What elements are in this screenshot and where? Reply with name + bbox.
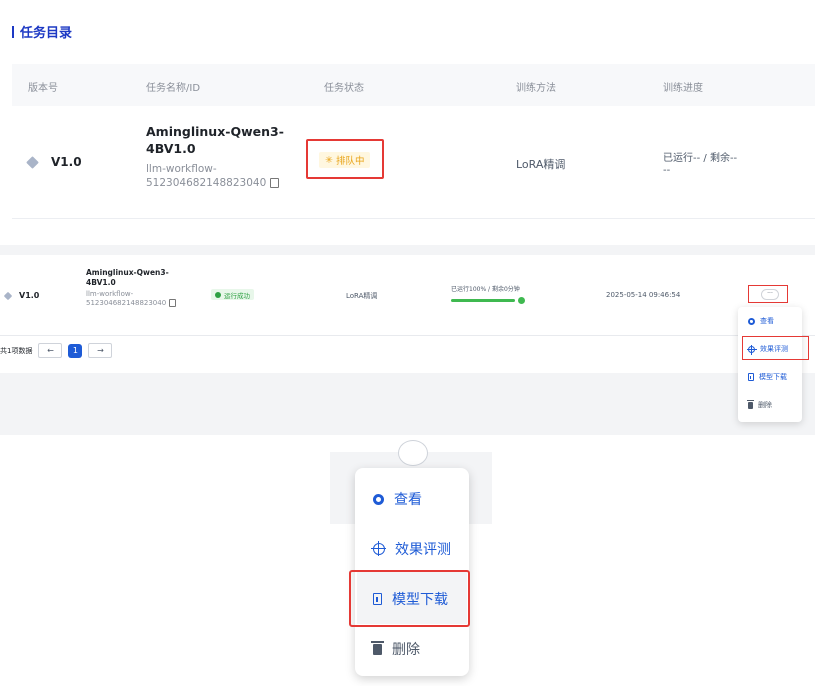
action-menu-small: 查看 效果评测 模型下载 删除 (738, 307, 802, 422)
menu-item-download[interactable]: 模型下载 (748, 372, 787, 382)
created-time: 2025-05-14 09:46:54 (606, 291, 681, 299)
version-label: V1.0 (51, 155, 82, 169)
menu-item-view[interactable]: 查看 (748, 316, 774, 326)
header-version: 版本号 (28, 83, 58, 94)
header-status: 任务状态 (324, 83, 364, 94)
copy-icon[interactable] (270, 178, 280, 188)
menu-label-delete: 删除 (758, 401, 772, 409)
trash-icon (747, 399, 754, 409)
training-method: LoRA精调 (346, 292, 378, 300)
row-divider (12, 218, 815, 219)
more-button[interactable]: ··· (761, 289, 779, 300)
status-badge-queued: ✳ 排队中 (319, 152, 371, 168)
task-row-panel: V1.0 Aminglinux-Qwen3-4BV1.0 llm-workflo… (0, 245, 815, 435)
menu-item-evaluate[interactable]: 效果评测 (371, 539, 451, 559)
evaluate-highlight-box (742, 336, 809, 360)
menu-label-evaluate: 效果评测 (395, 542, 451, 558)
table-header: 版本号 任务名称/ID 任务状态 训练方法 训练进度 (12, 64, 815, 106)
menu-label-view: 查看 (394, 492, 422, 508)
panel-top-bg (0, 245, 815, 255)
menu-label-download: 模型下载 (759, 373, 787, 381)
menu-item-view[interactable]: 查看 (373, 489, 422, 509)
menu-item-delete[interactable]: 删除 (747, 399, 772, 410)
loading-icon: ✳ (325, 154, 333, 166)
check-circle-icon (518, 297, 525, 304)
crosshair-icon (371, 541, 386, 556)
next-page-button[interactable]: → (88, 343, 113, 358)
training-method: LoRA精调 (516, 158, 566, 171)
section-title: 任务目录 (12, 22, 72, 41)
header-name-id: 任务名称/ID (146, 83, 201, 94)
download-highlight-box (349, 570, 470, 627)
task-id: 512304682148823040 (146, 177, 280, 189)
eye-icon (748, 317, 755, 325)
trash-icon (371, 640, 384, 655)
total-count: 共1项数据 (0, 346, 33, 355)
row-divider (0, 335, 815, 336)
task-name: Aminglinux-Qwen3-4BV1.0 (146, 124, 284, 156)
check-circle-icon (215, 291, 221, 298)
version-cell: V1.0 (3, 291, 40, 300)
more-button-zoom[interactable] (398, 440, 428, 466)
progress-subtext: -- (663, 165, 671, 176)
file-download-icon (748, 373, 754, 381)
menu-label-delete: 删除 (392, 642, 420, 658)
task-id: 512304682148823040 (86, 299, 177, 307)
menu-item-delete[interactable]: 删除 (371, 639, 420, 659)
task-id-prefix: llm-workflow- (86, 290, 134, 298)
cube-icon (3, 291, 13, 300)
header-progress: 训练进度 (663, 83, 703, 94)
task-id-prefix: llm-workflow- (146, 163, 217, 175)
status-label: 排队中 (335, 156, 365, 167)
copy-icon[interactable] (169, 299, 177, 307)
status-badge-success: 运行成功 (211, 289, 254, 300)
menu-label-view: 查看 (760, 317, 774, 325)
task-name: Aminglinux-Qwen3-4BV1.0 (86, 268, 169, 287)
pagination: 共1项数据 ← 1 → (0, 343, 113, 358)
section-title-text: 任务目录 (20, 26, 73, 41)
header-method: 训练方法 (516, 83, 556, 94)
progress-bar (451, 299, 515, 302)
task-id-number: 512304682148823040 (146, 177, 267, 189)
cube-icon (26, 155, 39, 169)
prev-page-button[interactable]: ← (38, 343, 63, 358)
task-table: 版本号 任务名称/ID 任务状态 训练方法 训练进度 V1.0 Aminglin… (12, 64, 815, 219)
panel-bottom-bg (0, 373, 815, 435)
status-label: 运行成功 (224, 291, 250, 300)
page-1-button[interactable]: 1 (68, 343, 83, 358)
task-id-number: 512304682148823040 (86, 299, 167, 307)
title-accent-bar (12, 25, 14, 38)
progress-text: 已运行100% / 剩余0分钟 (451, 286, 520, 293)
progress-text: 已运行-- / 剩余-- (663, 153, 738, 164)
eye-icon (373, 493, 384, 505)
version-label: V1.0 (19, 291, 40, 300)
version-cell: V1.0 (26, 155, 82, 169)
